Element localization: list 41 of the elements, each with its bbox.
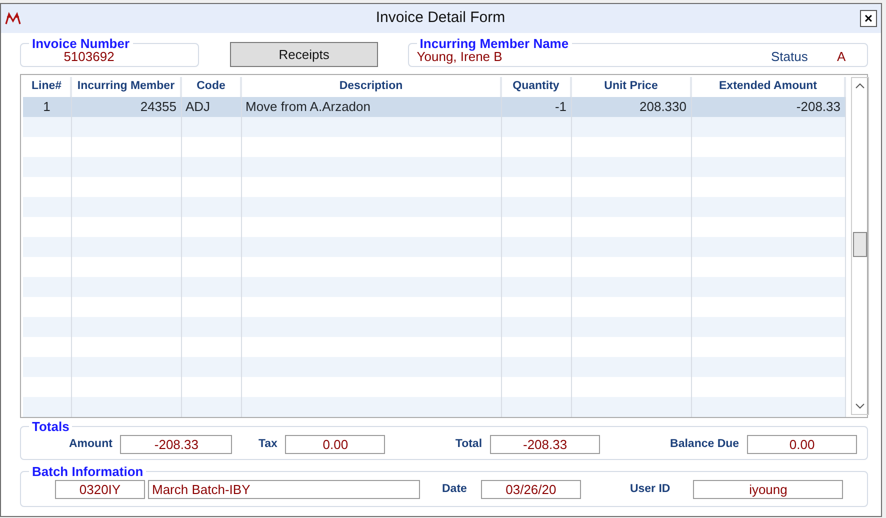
group-title: Totals (31, 420, 70, 433)
batch-name-field[interactable]: March Batch-IBY (148, 480, 420, 499)
total-label: Balance Due (670, 436, 740, 452)
column-header[interactable]: Line# (23, 77, 71, 97)
column-header[interactable]: Unit Price (571, 77, 691, 97)
column-header[interactable]: Incurring Member (71, 77, 181, 97)
total-label: Total (455, 436, 482, 452)
table-cell: Move from A.Arzadon (241, 97, 501, 117)
date-field[interactable]: 03/26/20 (480, 480, 581, 499)
table-cell: ADJ (181, 97, 241, 117)
table-cell: 1 (23, 97, 71, 117)
total-field[interactable]: 0.00 (285, 435, 386, 454)
close-button[interactable]: × (860, 10, 877, 27)
total-label: Tax (258, 436, 278, 452)
table-cell: -1 (501, 97, 571, 117)
total-field[interactable]: -208.33 (120, 435, 232, 454)
scrollbar-thumb[interactable] (853, 232, 867, 257)
status-value: A (837, 48, 847, 66)
total-label: Amount (69, 436, 112, 452)
table-cell: 24355 (71, 97, 181, 117)
window-title: Invoice Detail Form (374, 8, 506, 28)
group-title: Incurring Member Name (418, 37, 570, 50)
vertical-scrollbar[interactable] (851, 77, 869, 415)
invoice-number: 5103692 (62, 48, 116, 66)
user-id-label: User ID (630, 482, 670, 497)
column-header[interactable]: Quantity (501, 77, 571, 97)
group-title: Invoice Number (31, 37, 131, 50)
table-cell: 208.330 (571, 97, 691, 117)
status-label: Status (771, 48, 809, 66)
column-header[interactable]: Extended Amount (691, 77, 845, 97)
column-header[interactable]: Code (181, 77, 241, 97)
app-logo-icon (5, 12, 21, 26)
batch-id-field[interactable]: 0320IY (55, 480, 145, 499)
total-field[interactable]: -208.33 (490, 435, 600, 454)
receipts-button[interactable]: Receipts (230, 42, 378, 67)
total-field[interactable]: 0.00 (747, 435, 858, 454)
table-cell: -208.33 (691, 97, 845, 117)
column-header[interactable]: Description (241, 77, 501, 97)
group-title: Batch Information (31, 465, 144, 478)
date-label: Date (442, 482, 467, 497)
user-id-field[interactable]: iyoung (693, 480, 844, 499)
